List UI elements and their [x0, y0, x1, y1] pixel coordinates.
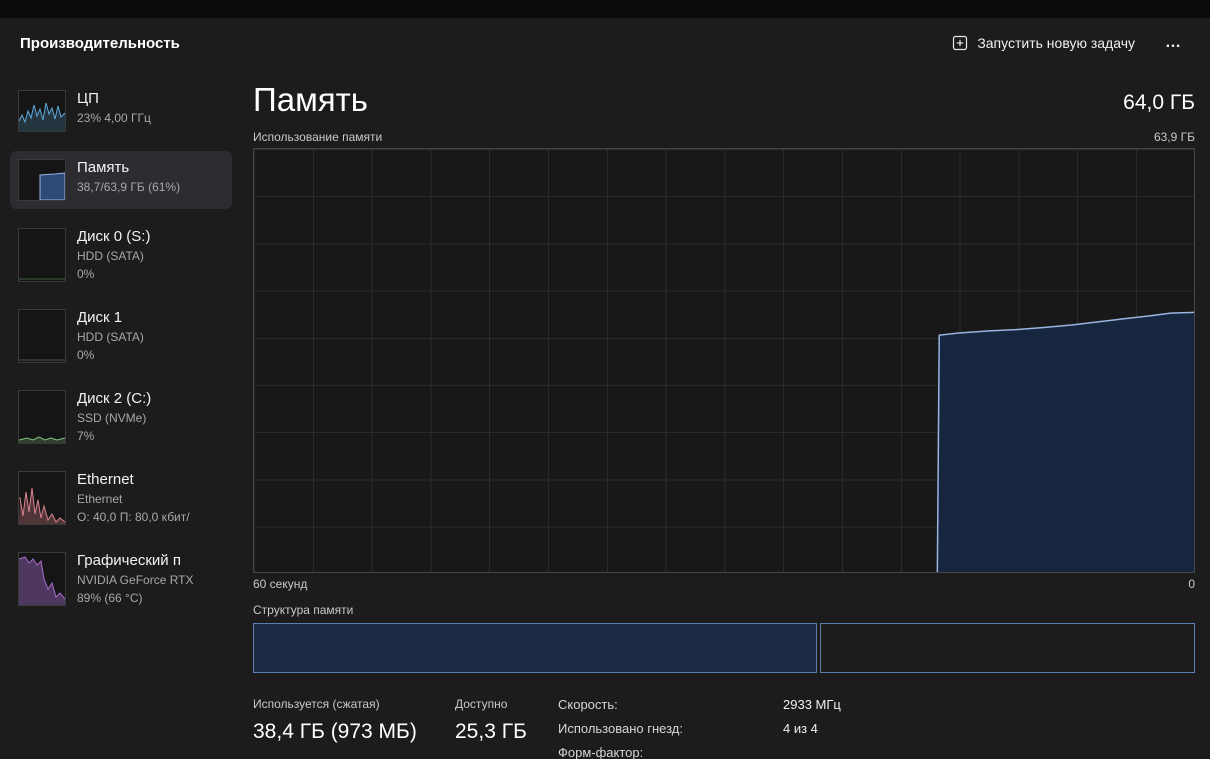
stat-available-value: 25,3 ГБ — [455, 720, 558, 744]
memory-detail-pane: Память 64,0 ГБ Использование памяти 63,9… — [240, 68, 1210, 759]
sidebar-disk1-sub2: 0% — [77, 348, 144, 362]
disk2-mini-chart — [18, 390, 66, 444]
run-new-task-label: Запустить новую задачу — [977, 35, 1135, 51]
sidebar-gpu-sub2: 89% (66 °C) — [77, 591, 193, 605]
sidebar-disk2-sub2: 7% — [77, 429, 151, 443]
sidebar-cpu-sub: 23% 4,00 ГГц — [77, 111, 151, 125]
sidebar-item-cpu[interactable]: ЦП 23% 4,00 ГГц — [10, 82, 232, 140]
detail-slots-value: 4 из 4 — [783, 721, 818, 736]
memory-in-use-segment — [253, 623, 817, 673]
sidebar-ethernet-sub1: Ethernet — [77, 492, 190, 506]
stat-available: Доступно 25,3 ГБ — [455, 697, 558, 744]
disk1-mini-chart — [18, 309, 66, 363]
sidebar-memory-title: Память — [77, 159, 180, 176]
detail-row-speed: Скорость: 2933 МГц — [558, 697, 841, 712]
sidebar-disk0-sub1: HDD (SATA) — [77, 249, 150, 263]
memory-page-title: Память — [253, 82, 368, 118]
sidebar-gpu-sub1: NVIDIA GeForce RTX — [77, 573, 193, 587]
sidebar-item-disk2[interactable]: Диск 2 (C:) SSD (NVMe) 7% — [10, 382, 232, 452]
sidebar-disk2-title: Диск 2 (C:) — [77, 390, 151, 407]
run-new-task-button[interactable]: Запустить новую задачу — [942, 28, 1145, 58]
sidebar-disk0-sub2: 0% — [77, 267, 150, 281]
x-axis-right-label: 0 — [1188, 577, 1195, 591]
sidebar-item-gpu[interactable]: Графический п NVIDIA GeForce RTX 89% (66… — [10, 544, 232, 614]
x-axis-left-label: 60 секунд — [253, 577, 307, 591]
cpu-mini-chart — [18, 90, 66, 132]
window-titlebar — [0, 0, 1210, 18]
gpu-mini-chart — [18, 552, 66, 606]
performance-header: Производительность Запустить новую задач… — [0, 18, 1210, 68]
performance-sidebar: ЦП 23% 4,00 ГГц Память 38,7/63,9 ГБ (61%… — [0, 68, 240, 759]
sidebar-item-ethernet[interactable]: Ethernet Ethernet О: 40,0 П: 80,0 кбит/ — [10, 463, 232, 533]
detail-speed-label: Скорость: — [558, 697, 783, 712]
disk0-mini-chart — [18, 228, 66, 282]
memory-total-capacity: 64,0 ГБ — [1123, 91, 1195, 118]
memory-composition-bar — [253, 623, 1195, 673]
usage-chart-label: Использование памяти — [253, 130, 382, 144]
detail-row-form-factor: Форм-фактор: — [558, 745, 841, 759]
ethernet-mini-chart — [18, 471, 66, 525]
detail-form-factor-label: Форм-фактор: — [558, 745, 783, 759]
sidebar-gpu-title: Графический п — [77, 552, 193, 569]
sidebar-disk0-title: Диск 0 (S:) — [77, 228, 150, 245]
memory-usage-fill — [937, 313, 1194, 573]
detail-row-slots: Использовано гнезд: 4 из 4 — [558, 721, 841, 736]
sidebar-item-memory[interactable]: Память 38,7/63,9 ГБ (61%) — [10, 151, 232, 209]
sidebar-cpu-title: ЦП — [77, 90, 151, 107]
run-new-task-icon — [952, 35, 968, 51]
stat-in-use-label: Используется (сжатая) — [253, 697, 455, 711]
memory-available-segment — [820, 623, 1195, 673]
sidebar-item-disk1[interactable]: Диск 1 HDD (SATA) 0% — [10, 301, 232, 371]
sidebar-ethernet-sub2: О: 40,0 П: 80,0 кбит/ — [77, 510, 190, 524]
detail-slots-label: Использовано гнезд: — [558, 721, 783, 736]
detail-speed-value: 2933 МГц — [783, 697, 841, 712]
sidebar-item-disk0[interactable]: Диск 0 (S:) HDD (SATA) 0% — [10, 220, 232, 290]
memory-usage-chart[interactable] — [253, 148, 1195, 573]
sidebar-disk1-title: Диск 1 — [77, 309, 144, 326]
stat-in-use-value: 38,4 ГБ (973 МБ) — [253, 720, 455, 744]
page-title: Производительность — [20, 35, 180, 52]
sidebar-memory-sub: 38,7/63,9 ГБ (61%) — [77, 180, 180, 194]
sidebar-disk1-sub1: HDD (SATA) — [77, 330, 144, 344]
stat-in-use: Используется (сжатая) 38,4 ГБ (973 МБ) — [253, 697, 455, 744]
stat-available-label: Доступно — [455, 697, 558, 711]
memory-hardware-details: Скорость: 2933 МГц Использовано гнезд: 4… — [558, 697, 841, 759]
sidebar-ethernet-title: Ethernet — [77, 471, 190, 488]
sidebar-disk2-sub1: SSD (NVMe) — [77, 411, 151, 425]
usage-chart-max-label: 63,9 ГБ — [1154, 130, 1195, 144]
memory-composition-label: Структура памяти — [253, 603, 1195, 617]
memory-usage-graph — [254, 149, 1194, 572]
memory-mini-chart — [18, 159, 66, 201]
more-options-button[interactable]: … — [1155, 30, 1192, 56]
